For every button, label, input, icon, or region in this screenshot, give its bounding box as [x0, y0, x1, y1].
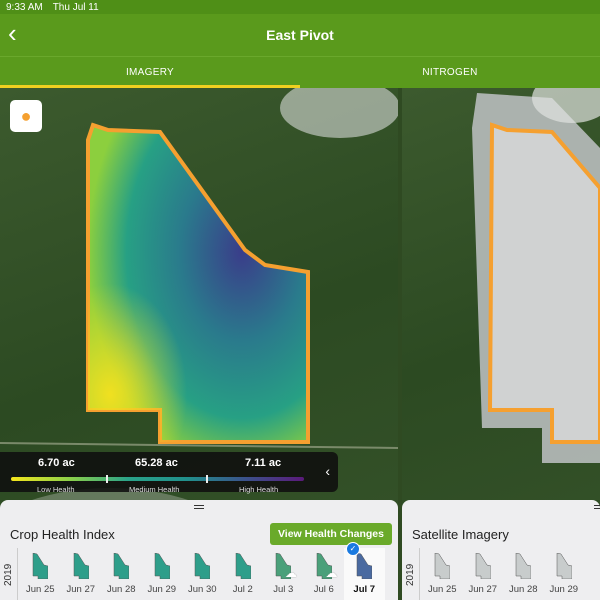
- field-boundary: [487, 122, 600, 444]
- date-label: Jul 3: [273, 584, 294, 595]
- field-thumbnail: [73, 553, 89, 579]
- field-thumbnail: [235, 553, 251, 579]
- pin-button[interactable]: ●: [10, 100, 42, 132]
- satellite-panel: Satellite Imagery 2019 Jun 25 Jun 27 Jun 2…: [402, 500, 600, 600]
- cloud-icon: ☁: [325, 566, 338, 580]
- date-thumbnail[interactable]: Jun 29: [142, 548, 183, 600]
- date-label: Jun 30: [187, 584, 217, 595]
- field-thumbnail: [356, 553, 372, 579]
- drag-handle[interactable]: [594, 505, 600, 509]
- date-thumbnail[interactable]: Jun 29: [544, 548, 585, 600]
- date-label: Jun 28: [508, 584, 538, 595]
- date-thumbnail[interactable]: Jun 28: [101, 548, 142, 600]
- legend-tick: [106, 475, 108, 483]
- view-health-changes-button[interactable]: View Health Changes: [270, 523, 392, 545]
- health-legend: 6.70 ac 65.28 ac 7.11 ac Low Health Medi…: [0, 452, 338, 494]
- date-label: Jun 27: [66, 584, 96, 595]
- date-label: Jun 27: [468, 584, 498, 595]
- cloud-icon: ☁: [285, 566, 297, 580]
- date-label: Jul 6: [313, 584, 334, 595]
- date-thumbnail[interactable]: Jul 2: [223, 548, 264, 600]
- field-thumbnail: [515, 553, 531, 579]
- date-label: Jun 25: [427, 584, 457, 595]
- field-thumbnail: [113, 553, 129, 579]
- date-thumbnail[interactable]: Jun 27: [61, 548, 102, 600]
- health-gradient-bar: [11, 477, 304, 481]
- date-label: Jun 29: [549, 584, 579, 595]
- page-title: East Pivot: [266, 27, 334, 43]
- legend-tick: [206, 475, 208, 483]
- high-health-label: High Health: [239, 485, 279, 494]
- date-strip[interactable]: Jun 25 Jun 27 Jun 28 Jun 29: [422, 548, 584, 600]
- high-health-acres: 7.11 ac: [245, 457, 282, 469]
- panel-title: Crop Health Index: [10, 527, 115, 542]
- field-thumbnail: [556, 553, 572, 579]
- date-thumbnail[interactable]: Jun 25: [422, 548, 463, 600]
- medium-health-label: Medium Health: [129, 485, 180, 494]
- tab-nitrogen[interactable]: NITROGEN: [300, 57, 600, 88]
- date-thumbnail[interactable]: Jun 28: [503, 548, 544, 600]
- low-health-acres: 6.70 ac: [38, 457, 75, 469]
- field-thumbnail: [434, 553, 450, 579]
- date-thumbnail[interactable]: ✓ Jul 7: [344, 542, 385, 600]
- drag-handle[interactable]: [194, 505, 204, 509]
- medium-health-acres: 65.28 ac: [135, 457, 178, 469]
- date-thumbnail[interactable]: ☁ Jul 3: [263, 548, 304, 600]
- field-thumbnail: [154, 553, 170, 579]
- date-label: Jun 28: [106, 584, 136, 595]
- date-thumbnail[interactable]: Jun 30: [182, 548, 223, 600]
- status-bar: 9:33 AM Thu Jul 11: [0, 0, 600, 14]
- status-date: Thu Jul 11: [52, 2, 99, 13]
- tab-imagery[interactable]: IMAGERY: [0, 57, 300, 88]
- map-pin-icon: ●: [20, 105, 32, 126]
- cloud-shape: [280, 88, 398, 138]
- year-label: 2019: [402, 548, 420, 600]
- collapse-legend-icon[interactable]: ‹: [325, 463, 330, 479]
- date-thumbnail[interactable]: Jun 27: [463, 548, 504, 600]
- nav-bar: ‹ East Pivot: [0, 14, 600, 56]
- low-health-zone: [88, 125, 308, 442]
- checkmark-icon: ✓: [346, 542, 360, 556]
- date-label: Jun 25: [25, 584, 55, 595]
- date-label: Jun 29: [147, 584, 177, 595]
- tab-bar: IMAGERY NITROGEN: [0, 56, 600, 88]
- low-health-label: Low Health: [37, 485, 75, 494]
- status-time: 9:33 AM: [6, 2, 43, 13]
- panel-title: Satellite Imagery: [412, 527, 509, 542]
- date-label: Jul 7: [353, 584, 376, 595]
- date-thumbnail[interactable]: ☁ Jul 6: [304, 548, 345, 600]
- date-label: Jul 2: [232, 584, 253, 595]
- crop-health-panel: Crop Health Index View Health Changes 20…: [0, 500, 398, 600]
- field-thumbnail: [194, 553, 210, 579]
- field-thumbnail: [475, 553, 491, 579]
- date-strip[interactable]: Jun 25 Jun 27 Jun 28 Jun 29 Jun 30 Jul 2 ☁ Jul …: [20, 542, 385, 600]
- year-label: 2019: [0, 548, 18, 600]
- field-thumbnail: [32, 553, 48, 579]
- date-thumbnail[interactable]: Jun 25: [20, 548, 61, 600]
